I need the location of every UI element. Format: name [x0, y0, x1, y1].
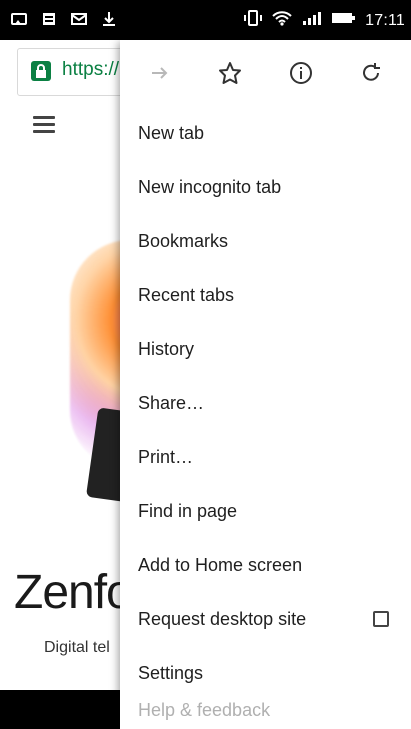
brand-title: Zenfo	[14, 566, 133, 619]
status-time: 17:11	[365, 11, 405, 29]
url-text: https://	[62, 59, 120, 80]
overflow-menu: New tab New incognito tab Bookmarks Rece…	[120, 40, 411, 729]
menu-item-label: Bookmarks	[138, 230, 229, 251]
signal-icon	[301, 9, 323, 32]
menu-item-label: New tab	[138, 122, 205, 143]
refresh-icon[interactable]	[349, 51, 393, 95]
menu-item-recent-tabs[interactable]: Recent tabs	[120, 268, 411, 322]
brand-subtitle: Digital tel	[44, 639, 110, 656]
menu-item-label: History	[138, 338, 195, 359]
status-right-icons: 17:11	[243, 9, 405, 32]
forward-icon[interactable]	[138, 51, 182, 95]
info-icon[interactable]	[279, 51, 323, 95]
menu-item-label: Find in page	[138, 500, 238, 521]
menu-item-label: New incognito tab	[138, 176, 282, 197]
menu-item-settings[interactable]: Settings	[120, 646, 411, 700]
battery-icon	[331, 9, 357, 32]
vibrate-icon	[243, 9, 263, 32]
menu-item-label: Request desktop site	[138, 608, 307, 629]
request-desktop-site-checkbox[interactable]	[373, 611, 389, 627]
menu-item-label: Help & feedback	[138, 700, 271, 720]
menu-item-bookmarks[interactable]: Bookmarks	[120, 214, 411, 268]
mail-icon	[70, 10, 88, 28]
status-bar: 17:11	[0, 0, 411, 40]
menu-item-history[interactable]: History	[120, 322, 411, 376]
menu-item-help-feedback[interactable]: Help & feedback	[120, 700, 411, 720]
status-left-icons	[10, 10, 118, 28]
lock-icon	[31, 61, 51, 81]
menu-items: New tab New incognito tab Bookmarks Rece…	[120, 106, 411, 720]
menu-item-new-tab[interactable]: New tab	[120, 106, 411, 160]
document-icon	[40, 10, 58, 28]
download-icon	[100, 10, 118, 28]
menu-item-label: Add to Home screen	[138, 554, 303, 575]
menu-item-print[interactable]: Print…	[120, 430, 411, 484]
menu-item-label: Print…	[138, 446, 194, 467]
menu-item-find-in-page[interactable]: Find in page	[120, 484, 411, 538]
menu-item-new-incognito-tab[interactable]: New incognito tab	[120, 160, 411, 214]
hamburger-menu-icon[interactable]	[33, 116, 55, 134]
star-icon[interactable]	[208, 51, 252, 95]
menu-item-share[interactable]: Share…	[120, 376, 411, 430]
wifi-icon	[271, 9, 293, 32]
menu-item-label: Settings	[138, 662, 204, 683]
menu-item-add-to-home-screen[interactable]: Add to Home screen	[120, 538, 411, 592]
menu-top-actions	[120, 40, 411, 106]
menu-item-request-desktop-site[interactable]: Request desktop site	[120, 592, 411, 646]
menu-item-label: Share…	[138, 392, 205, 413]
menu-item-label: Recent tabs	[138, 284, 235, 305]
screen-cast-icon	[10, 10, 28, 28]
